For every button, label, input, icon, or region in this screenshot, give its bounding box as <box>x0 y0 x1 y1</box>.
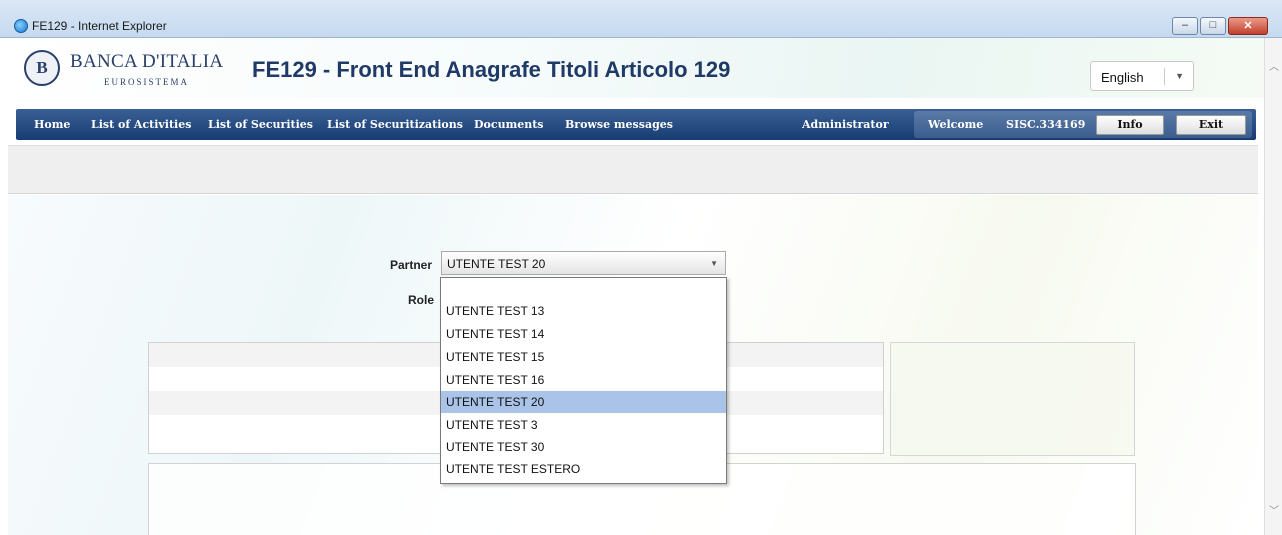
maximize-icon: □ <box>1209 19 1217 31</box>
chevron-down-icon: ▼ <box>710 259 718 268</box>
partner-label: Partner <box>390 258 433 272</box>
partner-select[interactable]: UTENTE TEST 20 ▼ <box>441 251 726 275</box>
dropdown-option[interactable]: UTENTE TEST 14 <box>441 323 726 345</box>
info-button[interactable]: Info <box>1096 115 1164 135</box>
scroll-down-icon[interactable]: ﹀ <box>1269 502 1279 517</box>
close-window-button[interactable]: ✕ <box>1228 17 1268 35</box>
bank-subtitle: EUROSISTEMA <box>104 77 190 87</box>
minimize-icon: – <box>1181 19 1189 31</box>
user-id: SISC.334169 <box>1006 118 1086 131</box>
dropdown-option[interactable]: UTENTE TEST 16 <box>441 369 726 391</box>
nav-administrator[interactable]: Administrator <box>802 118 889 131</box>
window-controls: – □ ✕ <box>1170 17 1268 35</box>
exit-button[interactable]: Exit <box>1176 115 1246 135</box>
nav-list-of-activities[interactable]: List of Activities <box>91 118 191 131</box>
partner-dropdown-list: UTENTE TEST 13 UTENTE TEST 14 UTENTE TES… <box>440 277 727 484</box>
dropdown-option[interactable]: UTENTE TEST 30 <box>441 436 726 458</box>
nav-documents[interactable]: Documents <box>474 118 543 131</box>
toolbar-strip <box>8 145 1258 194</box>
nav-browse-messages[interactable]: Browse messages <box>565 118 673 131</box>
minimize-button[interactable]: – <box>1172 17 1198 35</box>
role-label: Role <box>408 293 435 307</box>
bank-name: BANCA D'ITALIA <box>70 51 224 72</box>
ie-browser-icon <box>14 19 28 33</box>
dropdown-option-selected[interactable]: UTENTE TEST 20 <box>441 391 726 413</box>
window-titlebar: FE129 - Internet Explorer – □ ✕ <box>0 0 1282 38</box>
welcome-label: Welcome <box>928 118 984 131</box>
language-select[interactable]: English ▼ <box>1090 61 1194 91</box>
bank-logo-icon <box>24 50 60 86</box>
welcome-box: Welcome SISC.334169 Info Exit <box>914 111 1252 138</box>
vertical-scrollbar[interactable]: ︿ ﹀ <box>1264 38 1282 535</box>
nav-list-of-securitizations[interactable]: List of Securitizations <box>327 118 463 131</box>
scroll-up-icon[interactable]: ︿ <box>1269 58 1279 73</box>
nav-home[interactable]: Home <box>34 118 70 131</box>
chevron-down-icon: ▼ <box>1175 71 1184 81</box>
dropdown-option[interactable]: UTENTE TEST 15 <box>441 346 726 368</box>
dropdown-option[interactable]: UTENTE TEST ESTERO <box>441 458 726 480</box>
maximize-button[interactable]: □ <box>1200 17 1226 35</box>
close-icon: ✕ <box>1243 20 1253 32</box>
app-title: FE129 - Front End Anagrafe Titoli Artico… <box>252 57 731 82</box>
language-value: English <box>1101 70 1144 85</box>
partner-select-value: UTENTE TEST 20 <box>447 257 546 271</box>
window-title: FE129 - Internet Explorer <box>32 19 167 33</box>
select-separator <box>1164 68 1165 85</box>
nav-list-of-securities[interactable]: List of Securities <box>208 118 313 131</box>
side-panel <box>890 342 1135 456</box>
dropdown-option[interactable]: UTENTE TEST 3 <box>441 414 726 436</box>
dropdown-option[interactable]: UTENTE TEST 13 <box>441 300 726 322</box>
dropdown-option[interactable] <box>441 280 726 302</box>
main-navbar: Home List of Activities List of Securiti… <box>16 109 1256 140</box>
page-header: BANCA D'ITALIA EUROSISTEMA FE129 - Front… <box>8 38 1264 98</box>
